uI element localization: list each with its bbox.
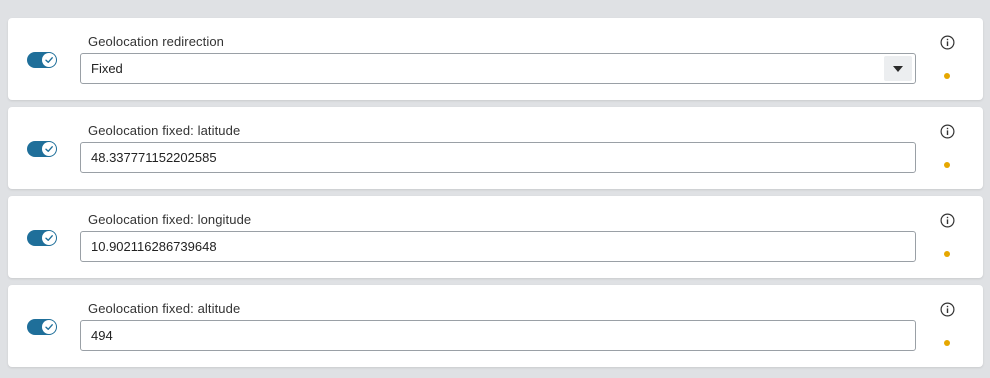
input-value: 494 — [91, 328, 113, 343]
setting-label: Geolocation redirection — [88, 34, 224, 49]
setting-label: Geolocation fixed: latitude — [88, 123, 241, 138]
info-icon[interactable] — [940, 124, 955, 139]
geolocation-redirection-select[interactable]: Fixed — [80, 53, 916, 84]
input-value: 48.337771152202585 — [91, 150, 217, 165]
setting-card-longitude: Geolocation fixed: longitude 10.90211628… — [8, 196, 983, 278]
input-value: 10.902116286739648 — [91, 239, 217, 254]
status-dot — [944, 251, 950, 257]
info-icon[interactable] — [940, 213, 955, 228]
select-value: Fixed — [91, 61, 123, 76]
enable-toggle[interactable] — [27, 141, 57, 157]
check-icon — [42, 53, 56, 67]
info-icon[interactable] — [940, 35, 955, 50]
check-icon — [42, 320, 56, 334]
check-icon — [42, 231, 56, 245]
setting-card-latitude: Geolocation fixed: latitude 48.337771152… — [8, 107, 983, 189]
setting-label: Geolocation fixed: altitude — [88, 301, 241, 316]
enable-toggle[interactable] — [27, 319, 57, 335]
status-dot — [944, 162, 950, 168]
enable-toggle[interactable] — [27, 52, 57, 68]
setting-label: Geolocation fixed: longitude — [88, 212, 252, 227]
longitude-input[interactable]: 10.902116286739648 — [80, 231, 916, 262]
check-icon — [42, 142, 56, 156]
caret-down-icon[interactable] — [884, 56, 912, 81]
enable-toggle[interactable] — [27, 230, 57, 246]
status-dot — [944, 73, 950, 79]
setting-card-altitude: Geolocation fixed: altitude 494 — [8, 285, 983, 367]
altitude-input[interactable]: 494 — [80, 320, 916, 351]
setting-card-geolocation-redirection: Geolocation redirection Fixed — [8, 18, 983, 100]
info-icon[interactable] — [940, 302, 955, 317]
latitude-input[interactable]: 48.337771152202585 — [80, 142, 916, 173]
status-dot — [944, 340, 950, 346]
